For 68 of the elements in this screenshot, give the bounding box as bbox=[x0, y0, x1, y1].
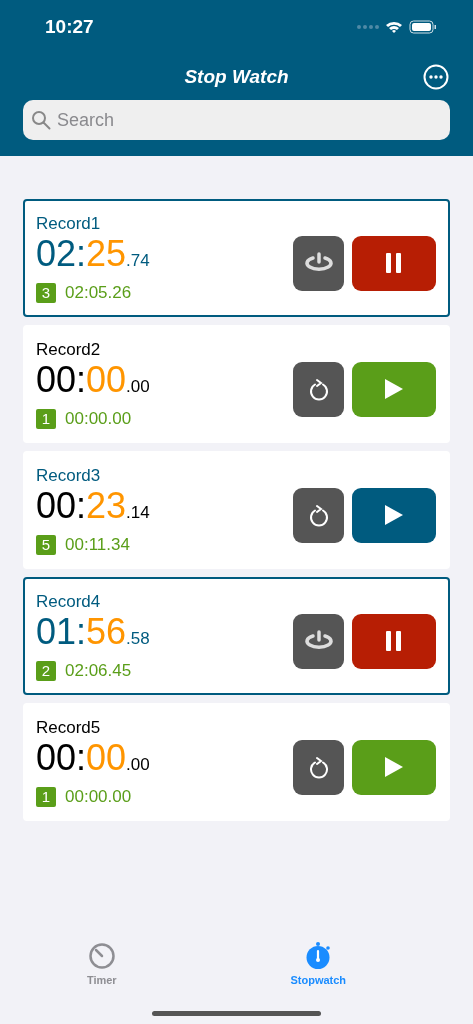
wifi-icon bbox=[385, 20, 403, 34]
reset-button[interactable] bbox=[293, 361, 344, 417]
search-field[interactable]: Search bbox=[23, 100, 450, 140]
search-icon bbox=[31, 110, 51, 130]
timer-icon bbox=[87, 942, 116, 970]
reset-button[interactable] bbox=[293, 487, 344, 543]
reset-icon bbox=[307, 377, 330, 401]
lap-count-badge: 1 bbox=[36, 408, 56, 429]
lap-time: 02:05.26 bbox=[65, 282, 132, 303]
lap-count-badge: 2 bbox=[36, 660, 56, 681]
page-title: Stop Watch bbox=[184, 66, 289, 88]
seconds-text: 56 bbox=[86, 610, 127, 652]
hundredths-text: .00 bbox=[126, 376, 150, 396]
record-name: Record1 bbox=[36, 213, 102, 234]
record-name: Record2 bbox=[36, 339, 102, 360]
hundredths-text: .74 bbox=[126, 250, 150, 270]
minutes-text: 02 bbox=[36, 232, 77, 274]
stopwatch-icon bbox=[304, 942, 333, 970]
record-card[interactable]: Record3 00:23.14 5 00:11.34 bbox=[23, 451, 450, 569]
lap-time: 00:00.00 bbox=[65, 786, 132, 807]
separator-text: : bbox=[76, 610, 87, 652]
minutes-text: 00 bbox=[36, 358, 77, 400]
record-card[interactable]: Record2 00:00.00 1 00:00.00 bbox=[23, 325, 450, 443]
play-pause-button[interactable] bbox=[352, 613, 436, 669]
separator-text: : bbox=[76, 232, 87, 274]
record-card[interactable]: Record4 01:56.58 2 02:06.45 bbox=[23, 577, 450, 695]
minutes-text: 01 bbox=[36, 610, 77, 652]
pause-icon bbox=[386, 253, 402, 273]
minutes-text: 00 bbox=[36, 484, 77, 526]
separator-text: : bbox=[76, 736, 87, 778]
seconds-text: 00 bbox=[86, 358, 127, 400]
separator-text: : bbox=[76, 484, 87, 526]
separator-text: : bbox=[76, 358, 87, 400]
play-icon bbox=[384, 378, 404, 400]
battery-icon bbox=[409, 20, 437, 34]
lap-time: 00:00.00 bbox=[65, 408, 132, 429]
hundredths-text: .58 bbox=[126, 628, 150, 648]
reset-button[interactable] bbox=[293, 739, 344, 795]
reset-button[interactable] bbox=[293, 613, 344, 669]
lap-time: 00:11.34 bbox=[65, 534, 130, 555]
signal-icon bbox=[357, 24, 379, 30]
seconds-text: 25 bbox=[86, 232, 127, 274]
record-name: Record4 bbox=[36, 591, 102, 612]
play-pause-button[interactable] bbox=[352, 361, 436, 417]
hundredths-text: .00 bbox=[126, 754, 150, 774]
seconds-text: 00 bbox=[86, 736, 127, 778]
play-pause-button[interactable] bbox=[352, 487, 436, 543]
lap-time: 02:06.45 bbox=[65, 660, 132, 681]
lap-count-badge: 1 bbox=[36, 786, 56, 807]
seconds-text: 23 bbox=[86, 484, 127, 526]
more-icon[interactable] bbox=[423, 64, 449, 90]
reset-icon bbox=[307, 503, 330, 527]
status-time: 10:27 bbox=[45, 16, 94, 38]
lap-count-badge: 5 bbox=[36, 534, 56, 555]
record-card[interactable]: Record1 02:25.74 3 02:05.26 bbox=[23, 199, 450, 317]
record-name: Record5 bbox=[36, 717, 102, 738]
pause-icon bbox=[386, 631, 402, 651]
play-icon bbox=[384, 504, 404, 526]
reset-button[interactable] bbox=[293, 235, 344, 291]
record-name: Record3 bbox=[36, 465, 102, 486]
lap-count-badge: 3 bbox=[36, 282, 56, 303]
play-pause-button[interactable] bbox=[352, 235, 436, 291]
play-icon bbox=[384, 756, 404, 778]
minutes-text: 00 bbox=[36, 736, 77, 778]
reset-icon bbox=[307, 755, 330, 779]
hundredths-text: .14 bbox=[126, 502, 150, 522]
record-card[interactable]: Record5 00:00.00 1 00:00.00 bbox=[23, 703, 450, 821]
play-pause-button[interactable] bbox=[352, 739, 436, 795]
